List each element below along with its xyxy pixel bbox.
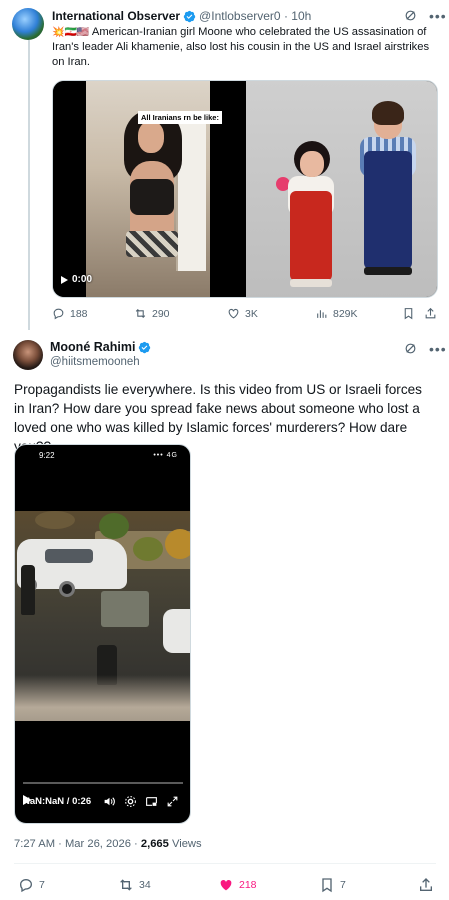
child-1-overalls [290,191,332,281]
post-timestamp[interactable]: 7:27 AM · Mar 26, 2026 · [14,838,141,850]
repost-button[interactable]: 290 [134,307,170,320]
shrub [165,529,190,559]
bookmark-icon [404,308,413,320]
reply-icon [19,878,33,893]
repost-button[interactable]: 34 [118,877,151,893]
author-name[interactable]: Mooné Rahimi [50,340,135,354]
media-grid: All Iranians rn be like: 0:00 [52,80,438,298]
video-caption: All Iranians rn be like: [138,111,222,124]
views-button[interactable]: 829K [315,307,358,320]
bookmark-button[interactable]: 7 [319,877,346,893]
settings-gear-icon[interactable] [124,795,137,808]
tweet-1[interactable]: International Observer @Intlobserver0 · … [0,0,449,330]
verified-badge-icon [139,341,151,353]
video-frame: All Iranians rn be like: [86,81,222,297]
play-icon[interactable] [61,275,68,284]
shrub [99,513,129,539]
like-count: 3K [245,307,258,320]
heart-icon [228,308,239,319]
video-duration: 0:00 [72,274,93,285]
like-button[interactable]: 3K [227,307,258,320]
child-2-overalls [364,151,412,269]
verified-badge-icon [183,10,196,22]
more-options-icon[interactable]: ••• [429,9,447,23]
share-icon [420,878,432,891]
tweet-body: American-Iranian girl Moone who celebrat… [52,26,430,68]
video-progress-bar[interactable] [23,782,183,784]
like-count: 218 [239,879,257,891]
repost-count: 34 [139,879,151,891]
tweet-header-actions: ••• [404,9,447,23]
video-time: NaN:NaN / 0:26 [23,796,92,807]
debris [35,511,75,529]
volume-icon[interactable] [103,795,116,808]
heart-filled-icon [220,879,232,891]
author-handle[interactable]: @hiitsmemooneh [50,356,140,368]
reply-button[interactable]: 7 [18,877,45,893]
person-figure [21,565,35,615]
grok-icon[interactable] [404,342,417,355]
bookmark-button[interactable] [402,307,415,320]
divider [14,863,436,864]
bookmark-count: 7 [340,879,346,891]
post-meta: 7:27 AM · Mar 26, 2026 · 2,665 Views [14,838,202,850]
tweet-text: 💥🇮🇷🇺🇸 American-Iranian girl Moone who ce… [52,25,442,70]
author-avatar[interactable] [12,8,44,40]
flags-emoji: 💥🇮🇷🇺🇸 [52,27,90,38]
white-car-2 [163,609,190,653]
separator-dot: · [283,9,288,23]
reply-count: 188 [70,307,88,320]
reply-icon [53,308,64,320]
tweet-actions: 188 290 3K 829K [52,307,438,323]
share-button[interactable] [418,877,434,893]
car-window [45,549,93,563]
share-button[interactable] [424,307,437,320]
phone-status-bar: 9:22 ••• 4G [15,451,190,465]
bookmark-icon [322,878,332,893]
views-label: Views [168,838,202,850]
person-face [138,121,164,153]
car-wheel [59,581,75,597]
tweet-header-actions: ••• [404,342,447,356]
child-1-face [300,151,324,177]
dumpster [101,591,149,627]
person-top [130,179,174,215]
repost-count: 290 [152,307,170,320]
video-play-control[interactable]: 0:00 [61,274,92,285]
child-2-shoes [364,267,412,275]
views-chart-icon [317,310,327,318]
child-2-hair [372,101,404,125]
blurred-foreground [15,675,190,721]
picture-in-picture-icon[interactable] [145,795,158,808]
like-button[interactable]: 218 [218,877,257,893]
tweet-2[interactable]: Mooné Rahimi @hiitsmemooneh ••• Propagan… [0,332,449,900]
person-skirt [126,231,178,257]
repost-icon [135,308,146,319]
child-1-shoes [290,279,332,287]
video-thumbnail[interactable]: All Iranians rn be like: 0:00 [53,81,244,297]
author-handle[interactable]: @Intlobserver0 [199,9,281,23]
share-icon [425,307,436,319]
tweet-actions: 7 34 218 7 [14,877,436,895]
author-name-row: Mooné Rahimi [50,340,154,354]
shrub [133,537,163,561]
video-player[interactable]: 9:22 ••• 4G NaN:NaN / 0:26 [14,444,191,824]
fullscreen-icon[interactable] [166,795,179,808]
author-avatar[interactable] [13,340,43,370]
grok-icon[interactable] [404,9,417,22]
author-name[interactable]: International Observer [52,9,180,23]
more-options-icon[interactable]: ••• [429,342,447,356]
photo-thumbnail[interactable] [246,81,437,297]
repost-icon [120,879,132,891]
reply-button[interactable]: 188 [52,307,88,320]
views-count: 829K [333,307,358,320]
phone-signal: ••• 4G [153,452,178,459]
post-time[interactable]: 10h [291,9,311,23]
video-frame [15,511,190,721]
views-count: 2,665 [140,838,169,850]
phone-clock: 9:22 [39,451,55,460]
reply-count: 7 [39,879,45,891]
tweet-header: International Observer @Intlobserver0 · … [52,9,311,23]
